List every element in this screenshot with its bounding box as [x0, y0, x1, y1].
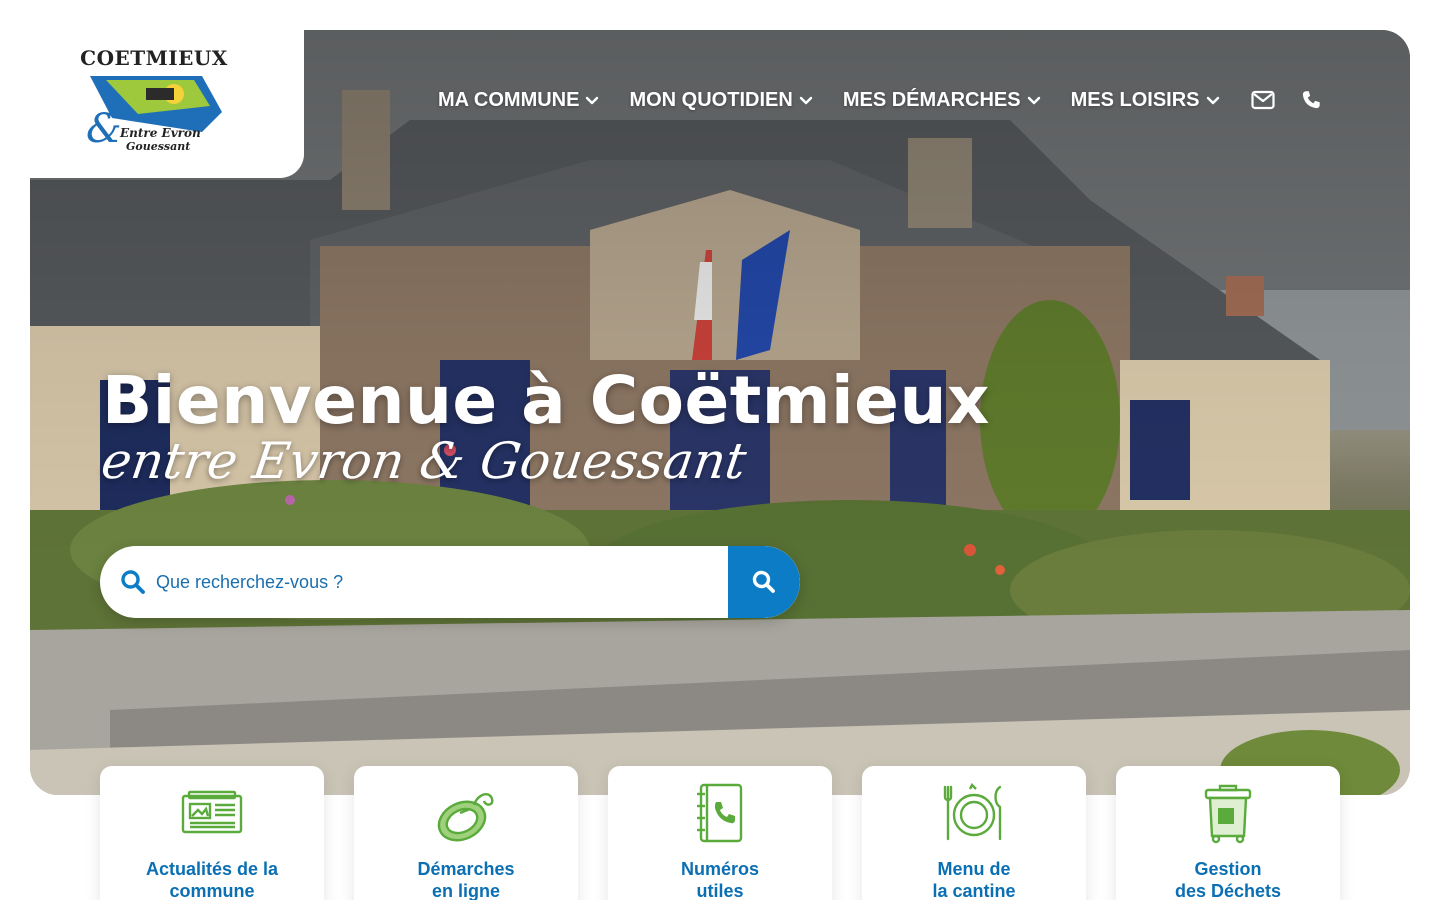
search-bar: [100, 546, 800, 618]
card-label: Gestion des Déchets: [1175, 858, 1281, 900]
card-label-line2: la cantine: [932, 881, 1016, 900]
card-demarches[interactable]: Démarches en ligne: [354, 766, 578, 900]
card-label: Démarches en ligne: [417, 858, 514, 900]
card-label: Actualités de la commune: [146, 858, 278, 900]
search-icon: [752, 570, 775, 593]
plate-cutlery-icon: [939, 782, 1009, 844]
logo-tagline-line2: Gouessant: [126, 140, 191, 153]
card-label-line1: Actualités de la: [145, 859, 279, 879]
nav-item-label: MES LOISIRS: [1070, 88, 1200, 111]
card-label-line2: des Déchets: [1174, 881, 1282, 900]
svg-text:&: &: [86, 106, 122, 152]
card-dechets[interactable]: Gestion des Déchets: [1116, 766, 1340, 900]
nav-item-mes-demarches[interactable]: MES DÉMARCHES: [843, 89, 1041, 112]
main-navigation: MA COMMUNE MON QUOTIDIEN MES DÉMARCHES M…: [438, 86, 1346, 114]
card-cantine[interactable]: Menu de la cantine: [862, 766, 1086, 900]
quick-access-cards: Actualités de la commune Démarches en li…: [100, 766, 1340, 900]
chevron-down-icon: [1206, 96, 1219, 105]
mail-icon[interactable]: [1250, 87, 1276, 113]
phone-book-icon: [685, 782, 755, 844]
nav-item-label: MON QUOTIDIEN: [629, 88, 793, 111]
waste-bin-icon: [1193, 782, 1263, 844]
chevron-down-icon: [1027, 96, 1040, 105]
card-label-line2: en ligne: [431, 881, 500, 900]
page-subtitle: entre Evron & Gouessant: [97, 432, 750, 490]
card-label-line2: commune: [169, 881, 255, 900]
logo-tagline-line1: Entre Evron: [120, 126, 201, 140]
card-numeros[interactable]: Numéros utiles: [608, 766, 832, 900]
nav-item-label: MA COMMUNE: [438, 88, 580, 111]
chevron-down-icon: [799, 96, 813, 105]
card-label-line1: Menu de: [937, 859, 1011, 879]
search-icon: [118, 567, 148, 597]
newspaper-icon: [177, 782, 247, 844]
page-title: Bienvenue à Coëtmieux: [102, 362, 990, 439]
chevron-down-icon: [586, 96, 599, 105]
card-label: Menu de la cantine: [932, 858, 1015, 900]
nav-item-label: MES DÉMARCHES: [842, 88, 1021, 111]
nav-item-mon-quotidien[interactable]: MON QUOTIDIEN: [629, 88, 813, 112]
card-actualites[interactable]: Actualités de la commune: [100, 766, 324, 900]
card-label-line1: Numéros: [680, 859, 760, 879]
card-label-line2: utiles: [696, 881, 744, 900]
phone-icon[interactable]: [1298, 87, 1324, 113]
card-label-line1: Gestion: [1194, 859, 1262, 879]
logo-title: COETMIEUX: [80, 46, 228, 70]
card-label-line1: Démarches: [417, 859, 515, 879]
nav-item-ma-commune[interactable]: MA COMMUNE: [438, 89, 599, 112]
nav-item-mes-loisirs[interactable]: MES LOISIRS: [1071, 89, 1220, 112]
search-input[interactable]: [156, 546, 728, 618]
site-logo[interactable]: COETMIEUX & Entre Evron Gouessant: [74, 44, 234, 160]
search-button[interactable]: [728, 546, 800, 618]
computer-mouse-icon: [431, 782, 501, 844]
card-label: Numéros utiles: [681, 858, 759, 900]
